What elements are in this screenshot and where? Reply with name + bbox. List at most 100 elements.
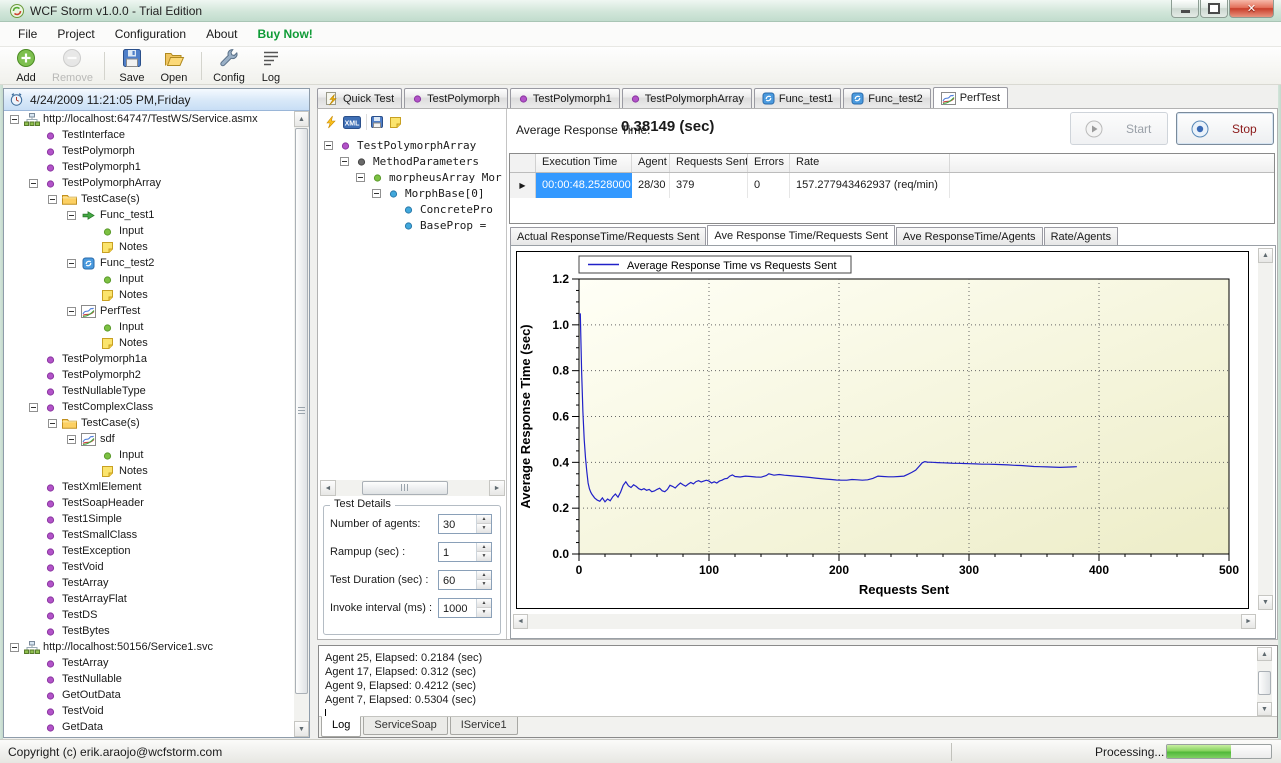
spin-up-icon[interactable]: ▲ [477,515,491,525]
menu-item-buy-now[interactable]: Buy Now! [247,24,322,44]
tree-item[interactable]: TestXmlElement [4,479,294,495]
spin-down-icon[interactable]: ▼ [477,552,491,561]
tree-item[interactable]: MethodParameters [320,153,505,169]
tab-func-test2[interactable]: Func_test2 [843,88,930,108]
row-selector[interactable]: ▶ [510,173,536,198]
collapse-toggle[interactable] [356,173,365,182]
scrollbar-thumb[interactable] [295,128,308,694]
param-hscrollbar[interactable]: ◄ ► [320,480,505,496]
spinner-buttons[interactable]: ▲▼ [476,599,491,617]
spinner-buttons[interactable]: ▲▼ [476,543,491,561]
tree-item[interactable]: Test1Simple [4,511,294,527]
tree-item[interactable]: Func_test2 [4,255,294,271]
tree-item[interactable]: ConcretePro [320,201,505,217]
tree-scrollbar[interactable]: ▲ ▼ [294,111,309,737]
title-bar[interactable]: WCF Storm v1.0.0 - Trial Edition ✕ [0,0,1281,22]
menu-item-about[interactable]: About [196,24,247,44]
start-button[interactable]: Start [1070,112,1168,145]
invoke-icon[interactable] [324,115,338,129]
tree-item[interactable]: TestPolymorphArray [4,175,294,191]
scroll-up-icon[interactable]: ▲ [294,111,309,127]
collapse-toggle[interactable] [67,259,76,268]
tree-item[interactable]: TestCase(s) [4,191,294,207]
tree-item[interactable]: TestNullable [4,671,294,687]
collapse-toggle[interactable] [29,179,38,188]
collapse-toggle[interactable] [372,189,381,198]
spin-up-icon[interactable]: ▲ [477,543,491,553]
spin-down-icon[interactable]: ▼ [477,608,491,617]
chart-tab-actual-responsetime-requests-sent[interactable]: Actual ResponseTime/Requests Sent [510,227,706,245]
close-button[interactable]: ✕ [1229,0,1274,18]
menu-item-file[interactable]: File [8,24,47,44]
column-header-execution-time[interactable]: Execution Time [536,154,632,172]
log-tab-servicesoap[interactable]: ServiceSoap [363,717,447,735]
log-button[interactable]: Log [250,46,292,85]
tab-quick-test[interactable]: Quick Test [317,88,402,108]
tree-item[interactable]: Notes [4,287,294,303]
menu-item-project[interactable]: Project [47,24,104,44]
scroll-left-icon[interactable]: ◄ [513,614,528,629]
tree-item[interactable]: PerfTest [4,303,294,319]
grid-cell[interactable]: 379 [670,173,748,198]
test-duration-sec-input[interactable]: 60▲▼ [438,570,492,590]
notes-icon[interactable] [389,116,402,129]
grid-cell[interactable]: 28/30 [632,173,670,198]
spin-up-icon[interactable]: ▲ [477,599,491,609]
tree-item[interactable]: Input [4,447,294,463]
minimize-button[interactable] [1171,0,1199,18]
save-button[interactable]: Save [111,46,153,85]
tree-item[interactable]: Input [4,223,294,239]
open-button[interactable]: Open [153,46,195,85]
spin-down-icon[interactable]: ▼ [477,580,491,589]
scroll-right-icon[interactable]: ► [1241,614,1256,629]
tree-item[interactable]: TestVoid [4,703,294,719]
tree-item[interactable]: Input [4,271,294,287]
menu-item-configuration[interactable]: Configuration [105,24,196,44]
add-button[interactable]: Add [5,46,47,85]
xml-view-icon[interactable]: XML [343,116,361,129]
tree-item[interactable]: TestCase(s) [4,415,294,431]
tree-item[interactable]: TestNullableType [4,383,294,399]
invoke-interval-ms-input[interactable]: 1000▲▼ [438,598,492,618]
tab-testpolymorph[interactable]: TestPolymorph [404,88,508,108]
grid-cell[interactable]: 157.277943462937 (req/min) [790,173,950,198]
tree-item[interactable]: sdf [4,431,294,447]
tree-item[interactable]: TestBytes [4,623,294,639]
scroll-up-icon[interactable]: ▲ [1257,647,1272,661]
tree-item[interactable]: MorphBase[0] [320,185,505,201]
tab-testpolymorph1[interactable]: TestPolymorph1 [510,88,620,108]
collapse-toggle[interactable] [10,115,19,124]
spin-down-icon[interactable]: ▼ [477,524,491,533]
tree-item[interactable]: Func_test1 [4,207,294,223]
spin-up-icon[interactable]: ▲ [477,571,491,581]
chart-hscrollbar[interactable]: ◄ ► [513,614,1256,629]
scrollbar-thumb[interactable] [362,481,448,495]
scrollbar-thumb[interactable] [1258,671,1271,695]
tree-item[interactable]: TestSoapHeader [4,495,294,511]
tree-item[interactable]: http://localhost:50156/Service1.svc [4,639,294,655]
tab-func-test1[interactable]: Func_test1 [754,88,841,108]
grid-row[interactable]: ▶00:00:48.252800028/303790157.2779434629… [510,173,1274,198]
tree-item[interactable]: TestPolymorph1a [4,351,294,367]
tree-item[interactable]: GetData [4,719,294,735]
tree-item[interactable]: morpheusArray Mor [320,169,505,185]
scroll-down-icon[interactable]: ▼ [1258,595,1273,610]
chart-vscrollbar[interactable]: ▲ ▼ [1258,248,1273,610]
tree-item[interactable]: TestPolymorphArray [320,137,505,153]
column-header-requests-sent[interactable]: Requests Sent [670,154,748,172]
tree-item[interactable]: http://localhost:64747/TestWS/Service.as… [4,111,294,127]
collapse-toggle[interactable] [10,643,19,652]
scroll-right-icon[interactable]: ► [489,480,505,496]
chart-tab-rate-agents[interactable]: Rate/Agents [1044,227,1119,245]
tree-item[interactable]: TestDS [4,607,294,623]
tree-item[interactable]: TestComplexClass [4,399,294,415]
tree-item[interactable]: TestSmallClass [4,527,294,543]
tree-item[interactable]: Notes [4,463,294,479]
collapse-toggle[interactable] [340,157,349,166]
tree-item[interactable]: Notes [4,239,294,255]
column-header-agent[interactable]: Agent [632,154,670,172]
tree-item[interactable]: TestPolymorph1 [4,159,294,175]
stop-button[interactable]: Stop [1176,112,1274,145]
collapse-toggle[interactable] [48,195,57,204]
log-tab-iservice1[interactable]: IService1 [450,717,518,735]
